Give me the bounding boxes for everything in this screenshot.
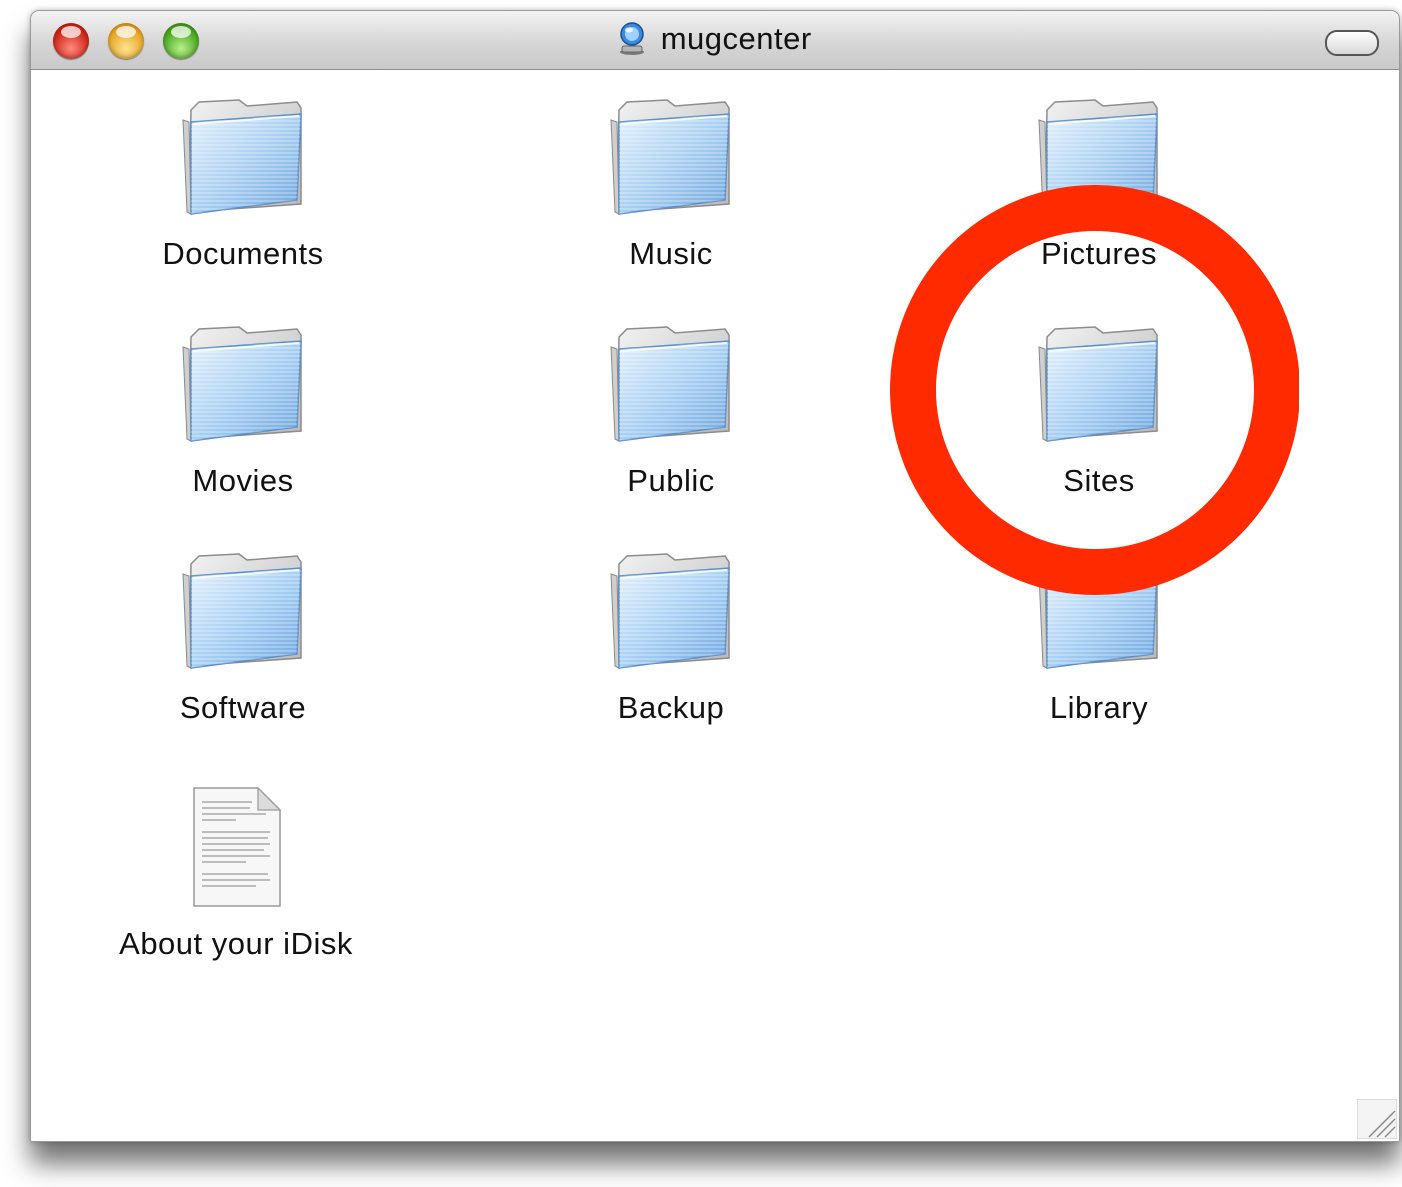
folder-icon	[177, 546, 309, 676]
toolbar-toggle-button[interactable]	[1325, 30, 1379, 56]
folder-icon	[605, 319, 737, 449]
folder-icon	[605, 546, 737, 676]
item-label: Backup	[617, 690, 725, 725]
folder-public[interactable]: Public	[521, 319, 821, 499]
folder-documents[interactable]: Documents	[93, 92, 393, 272]
folder-pictures[interactable]: Pictures	[949, 92, 1249, 272]
folder-software[interactable]: Software	[93, 546, 393, 726]
icon-view: Documents Music Pictures Movies Public S…	[31, 70, 1399, 1141]
folder-icon	[605, 92, 737, 222]
title-bar[interactable]: mugcenter	[31, 11, 1399, 70]
folder-icon	[177, 319, 309, 449]
item-label: About your iDisk	[119, 926, 353, 961]
item-label: Library	[1049, 690, 1149, 725]
folder-icon	[1033, 546, 1165, 676]
resize-grip-icon[interactable]	[1357, 1099, 1397, 1139]
item-label: Movies	[192, 463, 294, 498]
idisk-icon[interactable]	[618, 22, 646, 56]
folder-icon	[1033, 92, 1165, 222]
item-label: Pictures	[1041, 236, 1157, 271]
item-label: Sites	[1063, 463, 1135, 498]
folder-music[interactable]: Music	[521, 92, 821, 272]
folder-sites[interactable]: Sites	[949, 319, 1249, 499]
finder-window: mugcenter Documents Music Pictures Movie…	[30, 10, 1400, 1142]
item-label: Documents	[162, 236, 324, 271]
text-document-icon	[193, 786, 282, 907]
folder-library[interactable]: Library	[949, 546, 1249, 726]
window-title-area: mugcenter	[31, 21, 1399, 61]
folder-icon	[1033, 319, 1165, 449]
item-label: Public	[627, 463, 715, 498]
folder-movies[interactable]: Movies	[93, 319, 393, 499]
file-about-idisk[interactable]: About your iDisk	[86, 782, 386, 962]
item-label: Software	[179, 690, 307, 725]
window-title: mugcenter	[660, 21, 812, 56]
folder-backup[interactable]: Backup	[521, 546, 821, 726]
folder-icon	[177, 92, 309, 222]
item-label: Music	[629, 236, 713, 271]
